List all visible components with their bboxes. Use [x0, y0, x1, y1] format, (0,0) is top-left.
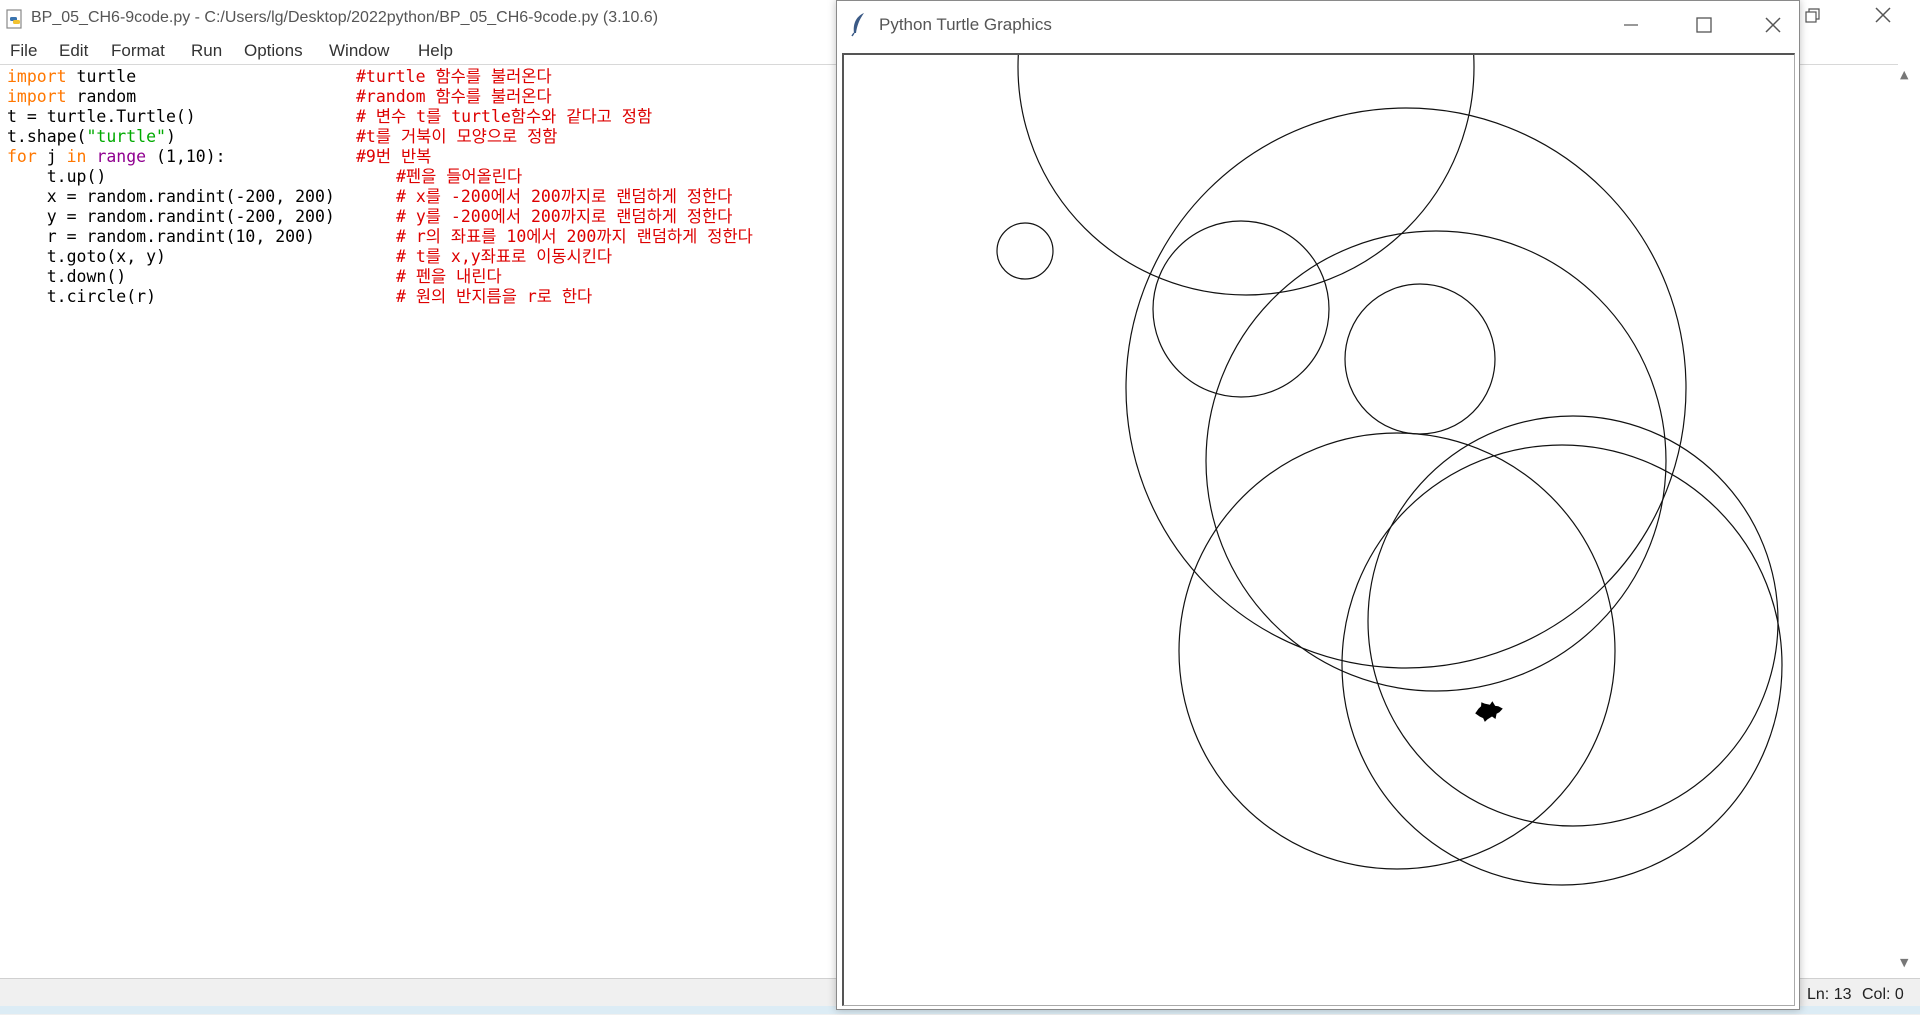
status-line-number: Ln: 13	[1807, 986, 1852, 1003]
code-token: y = random.randint(-200, 200)	[7, 207, 335, 226]
scroll-down-icon[interactable]: ▼	[1900, 956, 1908, 969]
code-line: t.down()	[7, 267, 126, 287]
code-comment: # 원의 반지름을 r로 한다	[396, 287, 593, 306]
code-comment: # 펜을 내린다	[396, 267, 502, 286]
restore-icon[interactable]	[1800, 6, 1826, 32]
code-line: t.up()	[7, 167, 107, 187]
code-token: r = random.randint(10, 200)	[7, 227, 315, 246]
maximize-icon[interactable]	[1683, 9, 1723, 41]
menu-run[interactable]: Run	[191, 41, 222, 61]
close-icon[interactable]	[1868, 4, 1898, 34]
code-line: t.circle(r)	[7, 287, 156, 307]
code-token: t.shape(	[7, 127, 87, 146]
code-line: y = random.randint(-200, 200)	[7, 207, 335, 227]
drawn-circle	[1344, 283, 1496, 435]
python-file-icon	[6, 9, 22, 29]
drawn-circle	[1125, 107, 1687, 669]
code-comment: # 변수 t를 turtle함수와 같다고 정함	[356, 107, 653, 126]
code-line: import turtle	[7, 67, 136, 87]
minimize-icon[interactable]	[1611, 9, 1651, 41]
turtle-drawing	[996, 55, 1783, 886]
code-token: (1,10):	[146, 147, 226, 166]
menu-format[interactable]: Format	[111, 41, 165, 61]
turtle-window-title: Python Turtle Graphics	[879, 15, 1052, 34]
turtle-title-bar[interactable]: Python Turtle Graphics	[837, 1, 1799, 49]
menu-edit[interactable]: Edit	[59, 41, 88, 61]
menu-window[interactable]: Window	[329, 41, 389, 61]
menu-help[interactable]: Help	[418, 41, 453, 61]
code-line: for j in range (1,10):	[7, 147, 226, 167]
turtle-icon	[1475, 701, 1503, 722]
menu-file[interactable]: File	[10, 41, 37, 61]
code-token: import	[7, 67, 67, 86]
code-line: t.shape("turtle")	[7, 127, 176, 147]
code-token: j	[36, 147, 67, 166]
code-token: import	[7, 87, 67, 106]
code-comment: #펜을 들어올린다	[396, 167, 523, 186]
code-line: r = random.randint(10, 200)	[7, 227, 315, 247]
code-comment: # y를 -200에서 200까지로 랜덤하게 정한다	[396, 207, 733, 226]
code-token: t.up()	[7, 167, 107, 186]
code-token: in	[66, 147, 87, 166]
code-token: turtle	[66, 67, 137, 86]
code-line: import random	[7, 87, 136, 107]
feather-icon	[851, 13, 864, 37]
code-comment: #random 함수를 불러온다	[356, 87, 552, 106]
code-token: for	[7, 147, 37, 166]
code-token: t.goto(x, y)	[7, 247, 166, 266]
drawn-circle	[1152, 220, 1330, 398]
code-line: x = random.randint(-200, 200)	[7, 187, 335, 207]
drawn-circle	[1017, 55, 1475, 296]
code-token: t = turtle.Turtle()	[7, 107, 196, 126]
code-comment: #9번 반복	[356, 147, 432, 166]
code-comment: #turtle 함수를 불러온다	[356, 67, 552, 86]
code-token: t.down()	[7, 267, 127, 286]
code-token: x = random.randint(-200, 200)	[7, 187, 335, 206]
code-token: )	[165, 127, 176, 146]
turtle-canvas[interactable]	[842, 53, 1795, 1006]
scroll-up-icon[interactable]: ▲	[1900, 68, 1908, 81]
menu-options[interactable]: Options	[244, 41, 303, 61]
code-comment: # x를 -200에서 200까지로 랜덤하게 정한다	[396, 187, 733, 206]
turtle-close-icon[interactable]	[1753, 9, 1793, 41]
code-token: random	[66, 87, 137, 106]
code-line: t.goto(x, y)	[7, 247, 166, 267]
drawn-circle	[996, 222, 1054, 280]
code-comment: # r의 좌표를 10에서 200까지 랜덤하게 정한다	[396, 227, 753, 246]
status-column-number: Col: 0	[1862, 986, 1904, 1003]
code-token: t.circle(r)	[7, 287, 157, 306]
code-comment: # t를 x,y좌표로 이동시킨다	[396, 247, 613, 266]
code-line: t = turtle.Turtle()	[7, 107, 196, 127]
code-comment: #t를 거북이 모양으로 정함	[356, 127, 558, 146]
idle-window-title: BP_05_CH6-9code.py - C:/Users/lg/Desktop…	[31, 9, 659, 26]
drawn-circle	[1367, 415, 1779, 827]
turtle-graphics-window: Python Turtle Graphics	[836, 0, 1800, 1010]
vertical-scrollbar[interactable]	[1898, 64, 1920, 976]
drawn-circle	[1341, 444, 1783, 886]
drawn-circle	[1205, 230, 1667, 692]
code-token: "turtle"	[86, 127, 166, 146]
drawn-circle	[1178, 432, 1616, 870]
code-token: range	[96, 147, 147, 166]
